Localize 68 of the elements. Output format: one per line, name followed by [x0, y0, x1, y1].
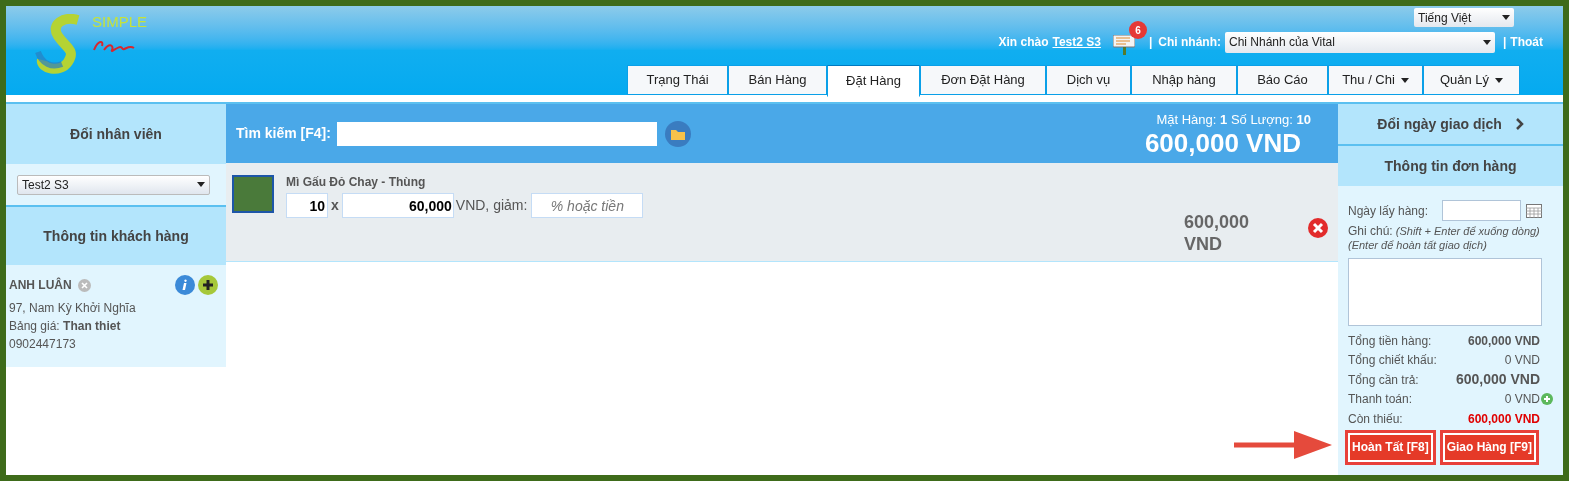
note-text: Ghi chú: (Shift + Enter để xuống dòng) (Enter để hoàn tất giao dịch) — [1348, 224, 1541, 252]
customer-name: ANH LUÂN — [9, 276, 72, 294]
summary-label: Tổng tiền hàng: — [1348, 332, 1432, 350]
customer-header: Thông tin khách hàng — [6, 207, 226, 265]
line-amount: 600,000 VND — [1184, 211, 1251, 256]
add-payment-icon[interactable] — [1541, 393, 1553, 406]
remove-icon[interactable] — [77, 278, 91, 292]
pointer-arrow-icon — [1234, 429, 1332, 461]
folder-icon[interactable] — [664, 120, 691, 147]
branch-label: Chi nhánh: — [1158, 34, 1221, 51]
action-button[interactable]: Hoàn Tất [F8] — [1345, 429, 1436, 465]
separator-text: | — [1502, 34, 1507, 51]
chevron-right-icon — [1515, 118, 1524, 130]
nav-tab[interactable]: Nhập hàng — [1131, 65, 1237, 95]
summary-value: 600,000 VND — [1467, 332, 1540, 350]
product-photo-placeholder — [232, 175, 274, 213]
discount-field[interactable]: % hoặc tiền — [531, 193, 644, 218]
pickup-date-field[interactable] — [1442, 200, 1522, 221]
summary-label: Tổng cần trả: — [1348, 371, 1419, 389]
pickup-date-label: Ngày lấy hàng: — [1348, 202, 1429, 220]
order-total: 600,000 VND — [1144, 129, 1301, 158]
info-icon[interactable] — [175, 275, 195, 295]
notice-board-icon[interactable] — [1112, 35, 1135, 55]
summary-value: 600,000 VND — [1467, 410, 1540, 428]
change-date-header[interactable]: Đổi ngày giao dịch — [1338, 104, 1563, 146]
nav-tab[interactable]: Trạng Thái — [627, 65, 728, 95]
staff-select[interactable]: Test2 S3 — [17, 174, 210, 195]
customer-phone: 0902447173 — [9, 336, 77, 353]
price-field[interactable]: 60,000 — [341, 193, 454, 218]
nav-tab[interactable]: Báo Cáo — [1237, 65, 1328, 95]
nav-tab[interactable]: Đơn Đặt Hàng — [920, 65, 1046, 95]
summary-label: Tổng chiết khấu: — [1348, 352, 1437, 370]
branch-select[interactable]: Chi Nhánh của Vital — [1224, 31, 1495, 53]
customer-address: 97, Nam Kỳ Khởi Nghĩa — [9, 300, 137, 317]
caret-icon — [197, 182, 205, 187]
nav-tab[interactable]: Bán Hàng — [728, 65, 827, 95]
logo-text: SIMPLE — [92, 14, 148, 30]
search-field[interactable] — [336, 121, 657, 146]
price-list-text: Bảng giá: Than thiet — [9, 318, 122, 335]
action-button[interactable]: Giao Hàng [F9] — [1439, 429, 1539, 465]
caret-icon — [1482, 39, 1491, 45]
order-info-header: Thông tin đơn hàng — [1338, 146, 1563, 186]
summary-value: 600,000 VND — [1455, 370, 1540, 390]
summary-value: 0 VND — [1504, 391, 1540, 409]
nav-tab[interactable]: Dịch vụ — [1046, 65, 1131, 95]
language-select[interactable]: Tiếng Việt — [1414, 8, 1514, 27]
summary-label: Thanh toán: — [1348, 391, 1413, 409]
item-summary: Mặt Hàng: 1 Số Lượng: 10 — [1156, 110, 1311, 129]
add-icon[interactable] — [198, 275, 218, 295]
product-name: Mì Gấu Đỏ Chay - Thùng — [286, 174, 427, 191]
greeting-text: Xin chào — [998, 34, 1049, 51]
calendar-icon[interactable] — [1526, 203, 1543, 218]
staff-header: Đổi nhân viên — [6, 104, 226, 164]
times-text: x — [331, 196, 339, 215]
quantity-field[interactable]: 10 — [286, 193, 328, 218]
search-label: Tìm kiếm [F4]: — [236, 124, 331, 143]
unit-text: VND, giảm: — [455, 196, 528, 215]
nav-tab[interactable]: Thu / Chi — [1328, 65, 1423, 95]
caret-icon — [1502, 15, 1510, 20]
nav-tab[interactable]: Quản Lý — [1423, 65, 1520, 95]
notification-badge: 6 — [1128, 21, 1147, 39]
note-field[interactable] — [1348, 258, 1542, 326]
delete-icon[interactable] — [1308, 218, 1328, 238]
summary-value: 0 VND — [1504, 352, 1540, 370]
nav-tab[interactable]: Đặt Hàng — [827, 65, 920, 97]
separator-text: | — [1148, 34, 1153, 51]
partner-logo-icon — [92, 38, 136, 54]
summary-label: Còn thiếu: — [1348, 410, 1403, 428]
